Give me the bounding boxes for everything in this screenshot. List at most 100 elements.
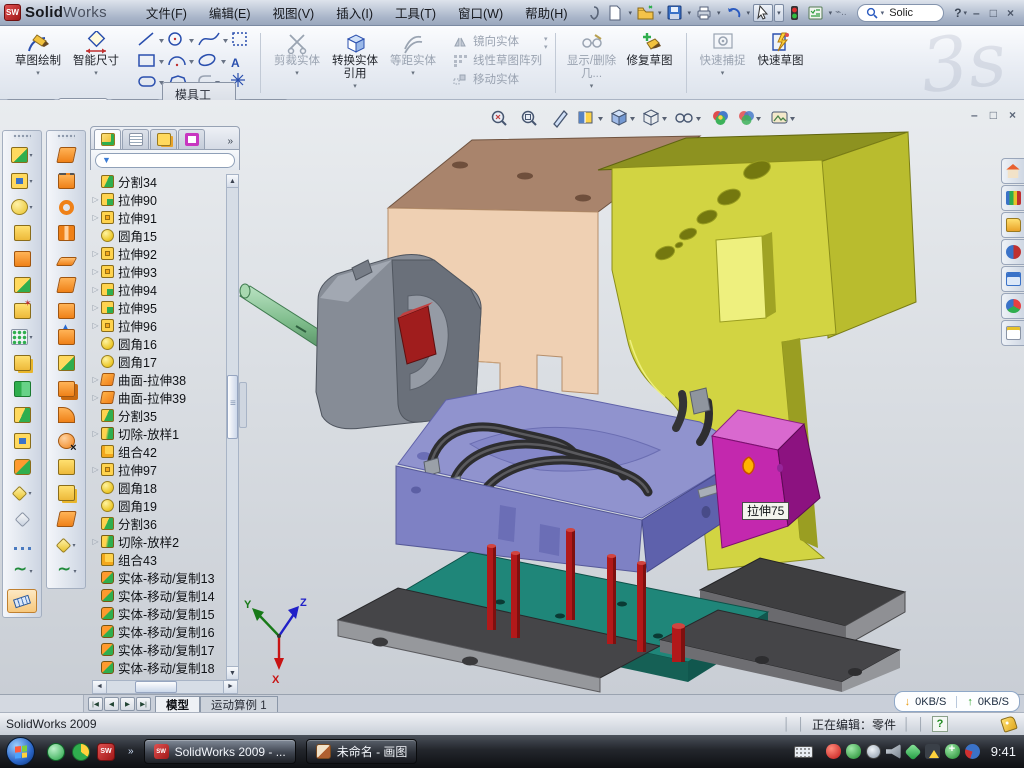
rebuild-icon[interactable] xyxy=(785,4,805,22)
sketch-button[interactable]: 草图绘制 ▾ xyxy=(9,29,67,77)
swept-boss-button[interactable] xyxy=(4,220,40,246)
tree-vertical-scrollbar[interactable]: ▲ ▼ xyxy=(226,174,239,680)
start-button[interactable] xyxy=(6,737,35,766)
extruded-boss-button[interactable]: ▾ xyxy=(4,142,40,168)
toolbar-grip-handle[interactable] xyxy=(13,134,31,139)
flyout-caret-icon[interactable]: ▾ xyxy=(73,568,76,575)
menu-view[interactable]: 视图(V) xyxy=(262,0,326,26)
curve-button[interactable]: ▾ xyxy=(4,558,40,584)
options-icon[interactable] xyxy=(806,4,826,22)
tab-solidworks-resources[interactable] xyxy=(1001,158,1024,184)
tab-model[interactable]: 模型 xyxy=(155,696,200,712)
expand-arrow-icon[interactable]: ▷ xyxy=(90,393,101,402)
tree-item[interactable]: 圆角18 xyxy=(90,478,240,496)
hole-wizard-button[interactable] xyxy=(4,298,40,324)
tray-security-icon[interactable] xyxy=(846,744,861,759)
select-caret-icon[interactable]: ▾ xyxy=(774,4,784,22)
tray-volume-icon[interactable] xyxy=(886,744,901,759)
reference-geometry-button[interactable]: ▾ xyxy=(4,480,40,506)
expand-arrow-icon[interactable]: ▷ xyxy=(90,195,101,204)
tray-search-icon[interactable] xyxy=(866,744,881,759)
first-tab-button[interactable]: |◀ xyxy=(88,697,103,711)
help-caret-icon[interactable]: ▾ xyxy=(964,9,968,17)
tree-item[interactable]: 圆角16 xyxy=(90,334,240,352)
quicklaunch-messenger-icon[interactable] xyxy=(47,743,65,761)
tray-health-icon[interactable] xyxy=(945,744,960,759)
undo-icon[interactable] xyxy=(724,4,744,22)
heads-up-view-toolbar[interactable] xyxy=(488,108,818,133)
tab-property-manager[interactable] xyxy=(122,129,149,149)
close-button[interactable]: × xyxy=(1007,6,1014,20)
more-tabs-chevron-icon[interactable]: » xyxy=(227,136,236,149)
expand-arrow-icon[interactable]: ▷ xyxy=(90,375,101,384)
offset-surface-button[interactable] xyxy=(48,298,84,324)
smart-dimension-button[interactable]: 智能尺寸 ▾ xyxy=(67,29,125,77)
tray-sync-icon[interactable] xyxy=(965,744,980,759)
split-button[interactable] xyxy=(4,402,40,428)
quick-tips-button[interactable]: ? xyxy=(932,716,948,732)
tree-item[interactable]: 实体-移动/复制18 xyxy=(90,658,240,676)
quicklaunch-solidworks-icon[interactable]: SW xyxy=(97,743,115,761)
toolbar-grip-handle[interactable] xyxy=(57,134,75,139)
tree-item[interactable]: ▷拉伸90 xyxy=(90,190,240,208)
thicken-button[interactable] xyxy=(48,324,84,350)
tree-item[interactable]: ▷拉伸95 xyxy=(90,298,240,316)
last-tab-button[interactable]: ▶| xyxy=(136,697,151,711)
flyout-caret-icon[interactable]: ▾ xyxy=(29,568,32,575)
expand-arrow-icon[interactable]: ▷ xyxy=(90,213,101,222)
filled-surface-button[interactable] xyxy=(48,246,84,272)
tree-item[interactable]: 分割36 xyxy=(90,514,240,532)
taskbar-button-solidworks[interactable]: SW SolidWorks 2009 - ... xyxy=(144,739,296,764)
move-copy-body-button[interactable] xyxy=(4,454,40,480)
tree-item[interactable]: 分割34 xyxy=(90,172,240,190)
tree-item[interactable]: ▷拉伸96 xyxy=(90,316,240,334)
smart-dimension-caret-icon[interactable]: ▾ xyxy=(94,69,98,77)
tree-horizontal-scrollbar[interactable]: ◄ ► xyxy=(92,680,238,694)
tree-item[interactable]: ▷拉伸94 xyxy=(90,280,240,298)
swept-surface-button[interactable] xyxy=(48,142,84,168)
doc-restore-button[interactable]: □ xyxy=(990,108,997,122)
print-caret-icon[interactable]: ▾ xyxy=(715,9,723,17)
convert-entities-button[interactable]: 转换实体引用 ▾ xyxy=(326,29,384,90)
replace-face-button[interactable] xyxy=(48,454,84,480)
tray-messenger-icon[interactable] xyxy=(904,743,921,760)
delete-face-button[interactable] xyxy=(48,428,84,454)
taskbar-button-paint[interactable]: 未命名 - 画图 xyxy=(306,739,418,764)
curve-button[interactable]: ▾ xyxy=(48,558,84,584)
draft-button[interactable] xyxy=(4,376,40,402)
lofted-surface-button[interactable] xyxy=(48,194,84,220)
fillet-button[interactable]: ▾ xyxy=(4,194,40,220)
doc-close-button[interactable]: × xyxy=(1009,108,1016,122)
rib-button[interactable] xyxy=(4,350,40,376)
quicklaunch-chevron-icon[interactable]: » xyxy=(128,746,134,757)
new-caret-icon[interactable]: ▾ xyxy=(626,9,634,17)
expand-arrow-icon[interactable]: ▷ xyxy=(90,285,101,294)
reference-geometry-button[interactable]: ▾ xyxy=(48,532,84,558)
save-icon[interactable] xyxy=(665,4,685,22)
tab-file-explorer[interactable] xyxy=(1001,212,1024,238)
search-input[interactable] xyxy=(887,6,935,20)
tree-item[interactable]: 圆角15 xyxy=(90,226,240,244)
tray-antivirus-icon[interactable] xyxy=(826,744,841,759)
tree-filter-input[interactable]: ▼ xyxy=(95,153,235,168)
sketch-caret-icon[interactable]: ▾ xyxy=(36,69,40,77)
tree-item[interactable]: 实体-移动/复制16 xyxy=(90,622,240,640)
tab-view-palette[interactable] xyxy=(1001,266,1024,292)
expand-arrow-icon[interactable]: ▷ xyxy=(90,303,101,312)
select-tool-icon[interactable] xyxy=(753,4,773,22)
options-caret-icon[interactable]: ▾ xyxy=(827,9,835,17)
undo-caret-icon[interactable]: ▾ xyxy=(745,9,753,17)
tab-appearances[interactable] xyxy=(1001,293,1024,319)
tab-design-library[interactable] xyxy=(1001,185,1024,211)
tree-item[interactable]: 实体-移动/复制15 xyxy=(90,604,240,622)
tree-item[interactable]: ▷曲面-拉伸39 xyxy=(90,388,240,406)
tree-item[interactable]: 实体-移动/复制17 xyxy=(90,640,240,658)
flyout-caret-icon[interactable]: ▾ xyxy=(29,334,32,341)
tree-item[interactable]: ▷切除-放样2 xyxy=(90,532,240,550)
tray-network-warning-icon[interactable] xyxy=(925,744,940,759)
tree-item[interactable]: ▷切除-放样1 xyxy=(90,424,240,442)
expand-arrow-icon[interactable]: ▷ xyxy=(90,465,101,474)
knit-surface-button[interactable] xyxy=(48,350,84,376)
next-tab-button[interactable]: ▶ xyxy=(120,697,135,711)
new-document-icon[interactable] xyxy=(605,4,625,22)
